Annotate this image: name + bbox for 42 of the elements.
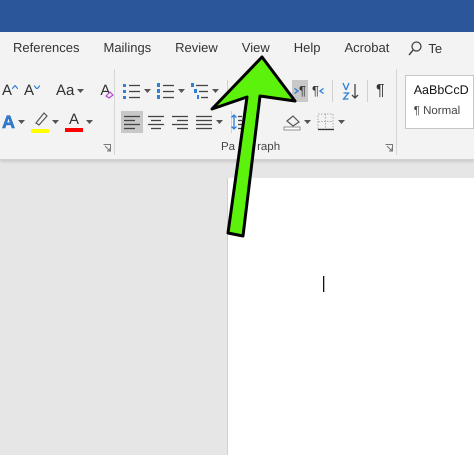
- shrink-font-button[interactable]: A: [22, 80, 42, 102]
- up-chevron-icon: [12, 85, 18, 89]
- multilevel-icon: [191, 82, 209, 100]
- highlight-button[interactable]: [29, 111, 61, 133]
- ribbon-tab[interactable]: Mailings: [92, 38, 162, 60]
- font-color-button[interactable]: A: [63, 111, 95, 133]
- group-label: Pa: [221, 141, 236, 153]
- ribbon-tab[interactable]: Review: [164, 38, 229, 60]
- bullets-icon: [123, 82, 141, 100]
- change-case-button[interactable]: Aa: [54, 80, 86, 102]
- style-gallery-item[interactable]: AaBbCcD ¶ Normal: [404, 75, 474, 129]
- align-center-icon: [147, 113, 165, 131]
- align-left-button[interactable]: [121, 111, 143, 133]
- search-icon[interactable]: [408, 41, 422, 56]
- borders-button[interactable]: [315, 111, 347, 133]
- dialog-launcher-icon[interactable]: [384, 144, 393, 152]
- multilevel-list-button[interactable]: [189, 80, 221, 102]
- down-chevron-icon: [34, 85, 40, 89]
- chevron-icon: [294, 88, 299, 94]
- group-label: raph: [257, 141, 280, 153]
- align-left-icon: [123, 113, 141, 131]
- grow-font-button[interactable]: A: [0, 80, 20, 102]
- text-cursor-icon: [323, 276, 325, 292]
- align-right-icon: [171, 113, 189, 131]
- shading-icon: [283, 113, 301, 131]
- ribbon-tab[interactable]: Acrobat: [334, 38, 400, 60]
- borders-icon: [317, 113, 335, 131]
- tell-me-field[interactable]: Te: [428, 41, 442, 56]
- left-to-right-button[interactable]: ¶: [292, 80, 308, 102]
- ribbon-tab[interactable]: Help: [282, 38, 332, 60]
- numbering-button[interactable]: [155, 80, 187, 102]
- ribbon-tab[interactable]: References: [2, 38, 90, 60]
- chevron-icon: [318, 88, 324, 94]
- text-effects-button[interactable]: A: [0, 111, 27, 133]
- numbering-icon: [157, 82, 175, 100]
- line-spacing-icon: [231, 113, 242, 131]
- show-marks-button[interactable]: ¶: [374, 80, 387, 102]
- right-to-left-button[interactable]: ¶: [310, 80, 326, 102]
- dialog-launcher-icon[interactable]: [103, 144, 111, 152]
- ribbon-tab[interactable]: View: [230, 38, 281, 60]
- sort-icon: [340, 82, 359, 100]
- justify-icon: [195, 113, 213, 131]
